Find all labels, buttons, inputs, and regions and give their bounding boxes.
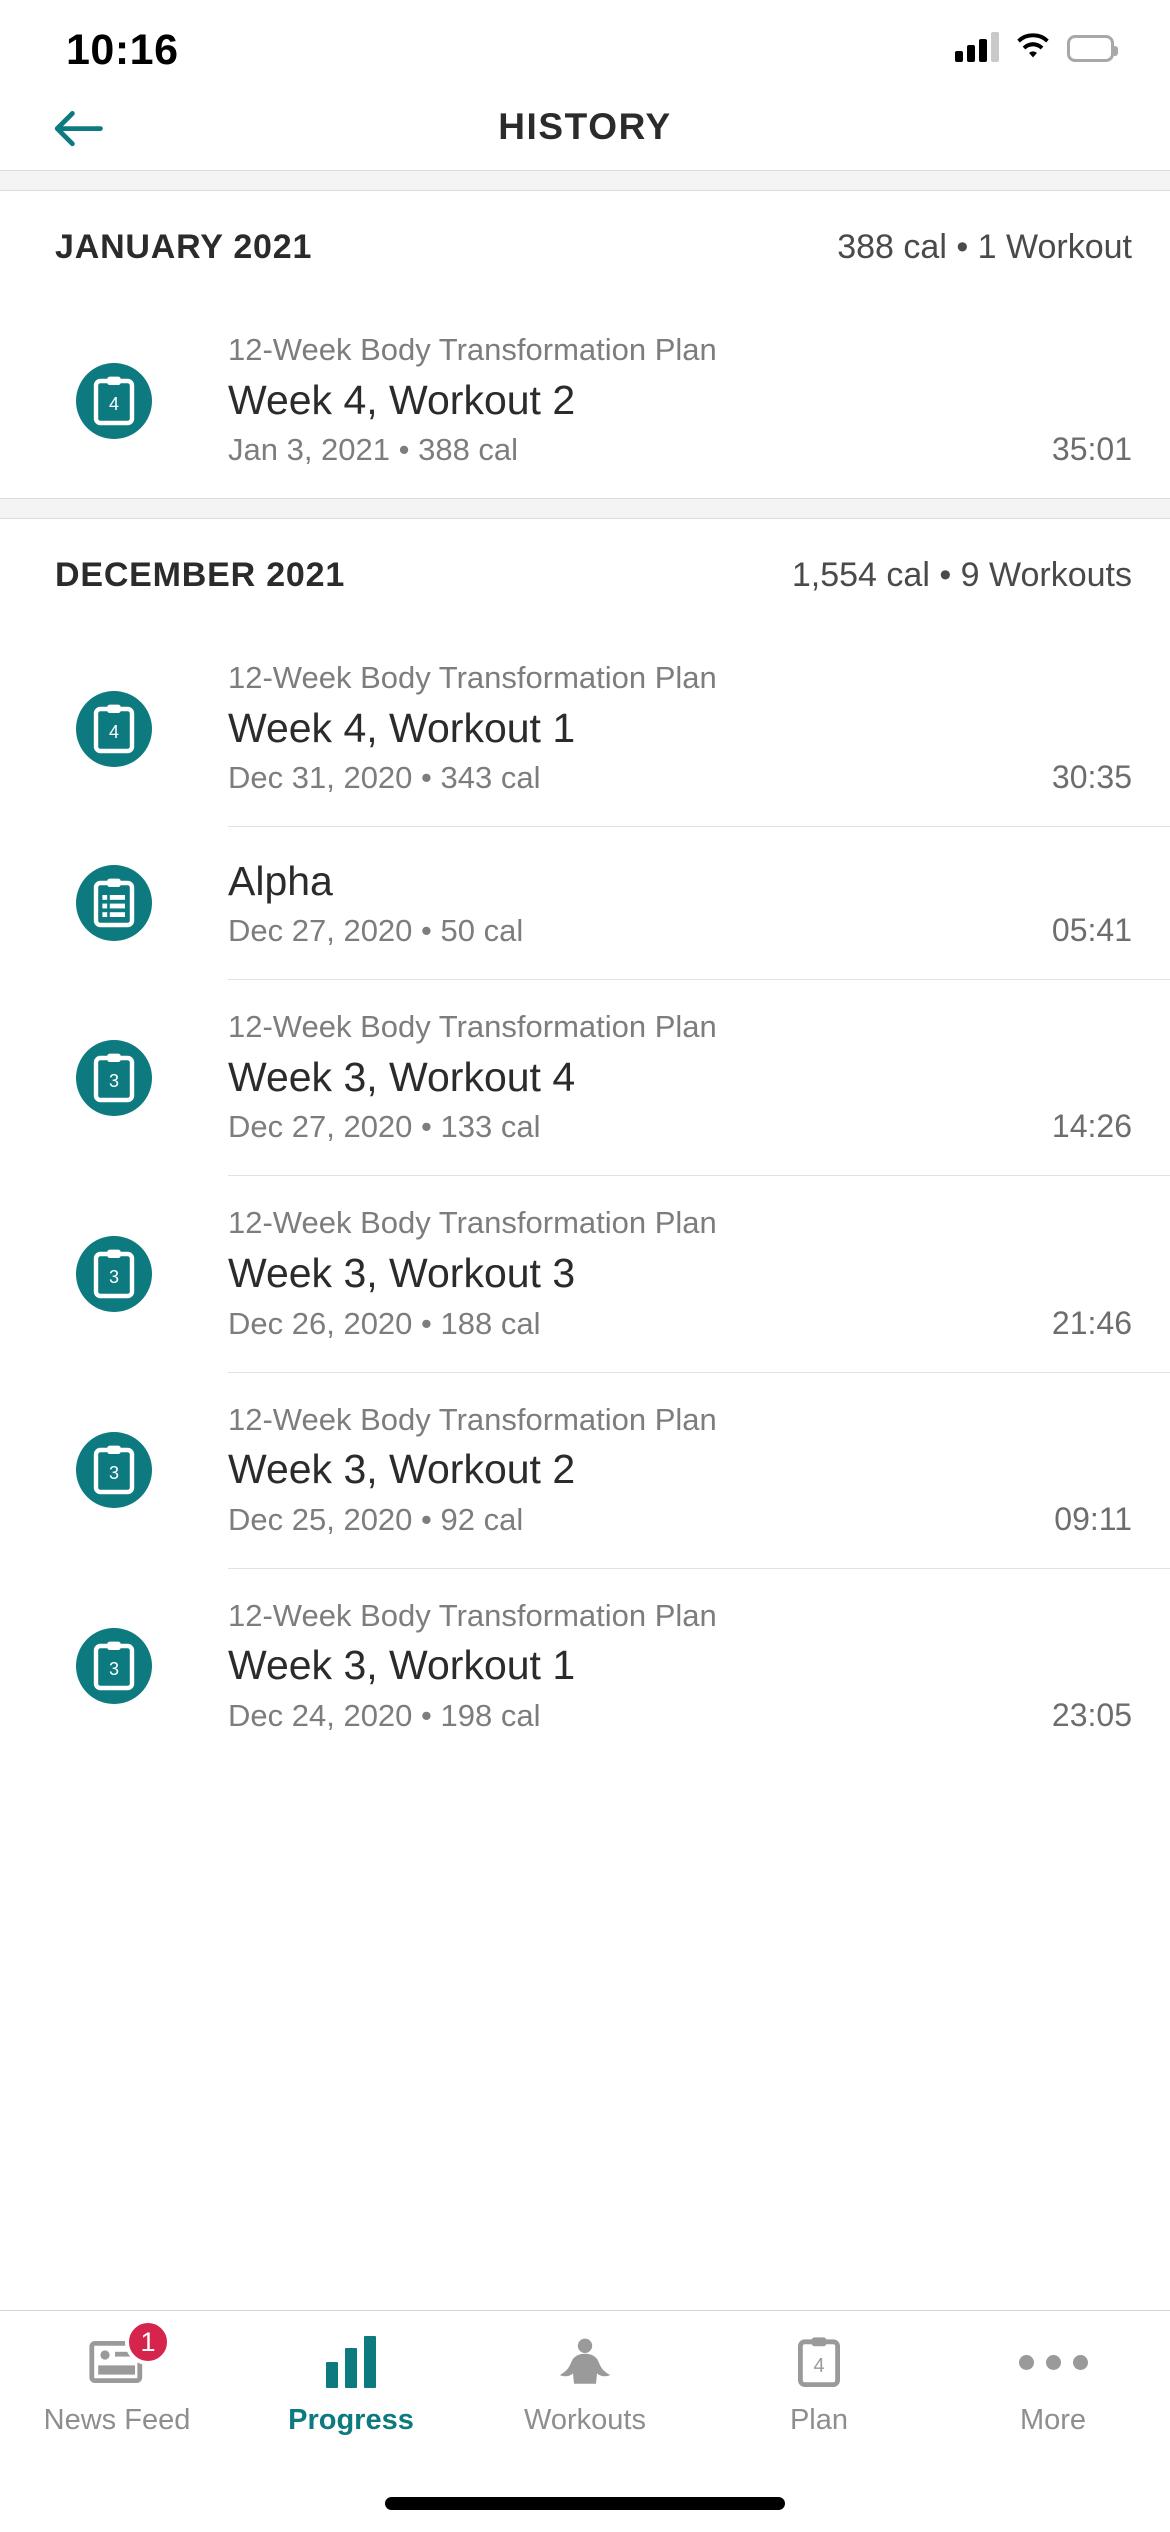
- row-icon: 3: [0, 1569, 228, 1764]
- row-plan: 12-Week Body Transformation Plan: [228, 332, 717, 367]
- row-content: 12-Week Body Transformation Plan Week 4,…: [228, 303, 1132, 498]
- row-title: Week 3, Workout 2: [228, 1446, 576, 1493]
- tab-news-feed[interactable]: 1 News Feed: [0, 2311, 234, 2471]
- row-icon: 3: [0, 1176, 228, 1371]
- row-date-calories: Dec 31, 2020 • 343 cal: [228, 760, 541, 796]
- row-title: Week 4, Workout 2: [228, 376, 576, 423]
- row-content: 12-Week Body Transformation Plan Week 3,…: [228, 1373, 1132, 1568]
- row-icon: 3: [0, 1373, 228, 1568]
- battery-icon: [1067, 35, 1118, 62]
- row-plan: 12-Week Body Transformation Plan: [228, 1205, 717, 1241]
- row-duration: 14:26: [1051, 1108, 1132, 1145]
- row-icon: [0, 827, 228, 979]
- tab-label: Workouts: [524, 2404, 646, 2436]
- row-plan: 12-Week Body Transformation Plan: [228, 1401, 717, 1437]
- row-plan: 12-Week Body Transformation Plan: [228, 1009, 717, 1045]
- row-title: Week 3, Workout 4: [228, 1054, 576, 1101]
- row-duration: 30:35: [1051, 759, 1132, 796]
- svg-text:3: 3: [109, 1267, 119, 1287]
- tab-label: More: [1019, 2404, 1087, 2436]
- svg-text:4: 4: [813, 2355, 824, 2377]
- row-duration: 05:41: [1051, 912, 1132, 949]
- home-indicator: [385, 2497, 785, 2510]
- row-content: Alpha Dec 27, 2020 • 50 cal 05:41: [228, 827, 1132, 979]
- tab-plan[interactable]: 4 Plan: [702, 2311, 936, 2471]
- row-title: Week 3, Workout 1: [228, 1642, 576, 1689]
- tab-workouts[interactable]: Workouts: [468, 2311, 702, 2471]
- page-title: HISTORY: [498, 106, 672, 147]
- history-row[interactable]: 3 12-Week Body Transformation Plan Week …: [0, 980, 1170, 1175]
- news-feed-badge: 1: [125, 2319, 171, 2365]
- clipboard-week-icon: 4: [76, 362, 152, 439]
- history-row[interactable]: 3 12-Week Body Transformation Plan Week …: [0, 1569, 1170, 1764]
- tab-label: News Feed: [43, 2404, 191, 2436]
- history-row[interactable]: 3 12-Week Body Transformation Plan Week …: [0, 1373, 1170, 1568]
- row-duration: 09:11: [1054, 1500, 1132, 1537]
- svg-text:4: 4: [109, 722, 119, 742]
- clipboard-week-icon: 3: [76, 1236, 152, 1313]
- section-separator: [0, 170, 1170, 191]
- row-date-calories: Dec 26, 2020 • 188 cal: [228, 1305, 541, 1341]
- row-content: 12-Week Body Transformation Plan Week 3,…: [228, 1569, 1132, 1764]
- row-plan: 12-Week Body Transformation Plan: [228, 660, 717, 696]
- row-date-calories: Jan 3, 2021 • 388 cal: [228, 432, 519, 468]
- clipboard-week-icon: 3: [76, 1039, 152, 1116]
- svg-text:3: 3: [109, 1071, 119, 1091]
- clipboard-list-icon: [76, 865, 152, 942]
- section-summary: 388 cal • 1 Workout: [837, 227, 1132, 266]
- row-title: Week 4, Workout 1: [228, 704, 576, 751]
- row-title: Week 3, Workout 3: [228, 1250, 576, 1297]
- ellipsis-icon: [1018, 2333, 1088, 2391]
- clipboard-week-icon: 3: [76, 1628, 152, 1705]
- history-row[interactable]: 4 12-Week Body Transformation Plan Week …: [0, 303, 1170, 498]
- bottom-tab-bar: 1 News Feed Progress Workouts 4 Plan Mor…: [0, 2310, 1170, 2532]
- tab-more[interactable]: More: [936, 2311, 1170, 2471]
- section-title: JANUARY 2021: [55, 227, 313, 266]
- wifi-icon: [1016, 32, 1050, 62]
- news-feed-icon: 1: [89, 2319, 171, 2391]
- section-separator: [0, 498, 1170, 520]
- clipboard-plan-icon: 4: [796, 2333, 842, 2391]
- history-row[interactable]: 4 12-Week Body Transformation Plan Week …: [0, 631, 1170, 826]
- app-screen: 10:16 HISTORY JANUARY 2021 388 cal • 1 W…: [0, 0, 1170, 2532]
- row-date-calories: Dec 27, 2020 • 50 cal: [228, 913, 524, 949]
- section-header-january: JANUARY 2021 388 cal • 1 Workout: [0, 191, 1170, 303]
- status-bar: 10:16: [0, 0, 1170, 92]
- row-duration: 23:05: [1051, 1696, 1132, 1733]
- status-time: 10:16: [66, 26, 179, 74]
- svg-text:3: 3: [109, 1463, 119, 1483]
- row-icon: 4: [0, 631, 228, 826]
- row-date-calories: Dec 25, 2020 • 92 cal: [228, 1501, 524, 1537]
- section-header-december: DECEMBER 2021 1,554 cal • 9 Workouts: [0, 519, 1170, 631]
- row-title: Alpha: [228, 858, 333, 905]
- row-date-calories: Dec 27, 2020 • 133 cal: [228, 1109, 541, 1145]
- svg-text:3: 3: [109, 1659, 119, 1679]
- tab-label: Progress: [288, 2404, 414, 2436]
- row-plan: 12-Week Body Transformation Plan: [228, 1597, 717, 1633]
- row-content: 12-Week Body Transformation Plan Week 4,…: [228, 631, 1132, 826]
- nav-bar: HISTORY: [0, 92, 1170, 170]
- row-date-calories: Dec 24, 2020 • 198 cal: [228, 1697, 541, 1733]
- history-row[interactable]: 3 12-Week Body Transformation Plan Week …: [0, 1176, 1170, 1371]
- row-content: 12-Week Body Transformation Plan Week 3,…: [228, 980, 1132, 1175]
- row-content: 12-Week Body Transformation Plan Week 3,…: [228, 1176, 1132, 1371]
- clipboard-week-icon: 3: [76, 1432, 152, 1509]
- section-title: DECEMBER 2021: [55, 555, 346, 594]
- row-duration: 21:46: [1051, 1304, 1132, 1341]
- bar-chart-icon: [326, 2333, 376, 2391]
- row-icon: 4: [0, 303, 228, 498]
- section-summary: 1,554 cal • 9 Workouts: [791, 555, 1132, 594]
- torso-icon: [558, 2333, 612, 2391]
- history-list[interactable]: JANUARY 2021 388 cal • 1 Workout 4 12-We…: [0, 170, 1170, 2410]
- cellular-bars-icon: [955, 32, 999, 62]
- tab-progress[interactable]: Progress: [234, 2311, 468, 2471]
- status-indicators: [955, 32, 1118, 62]
- row-icon: 3: [0, 980, 228, 1175]
- history-row[interactable]: Alpha Dec 27, 2020 • 50 cal 05:41: [0, 827, 1170, 979]
- clipboard-week-icon: 4: [76, 690, 152, 767]
- svg-text:4: 4: [109, 394, 119, 414]
- row-duration: 35:01: [1051, 431, 1132, 468]
- tab-label: Plan: [789, 2404, 849, 2436]
